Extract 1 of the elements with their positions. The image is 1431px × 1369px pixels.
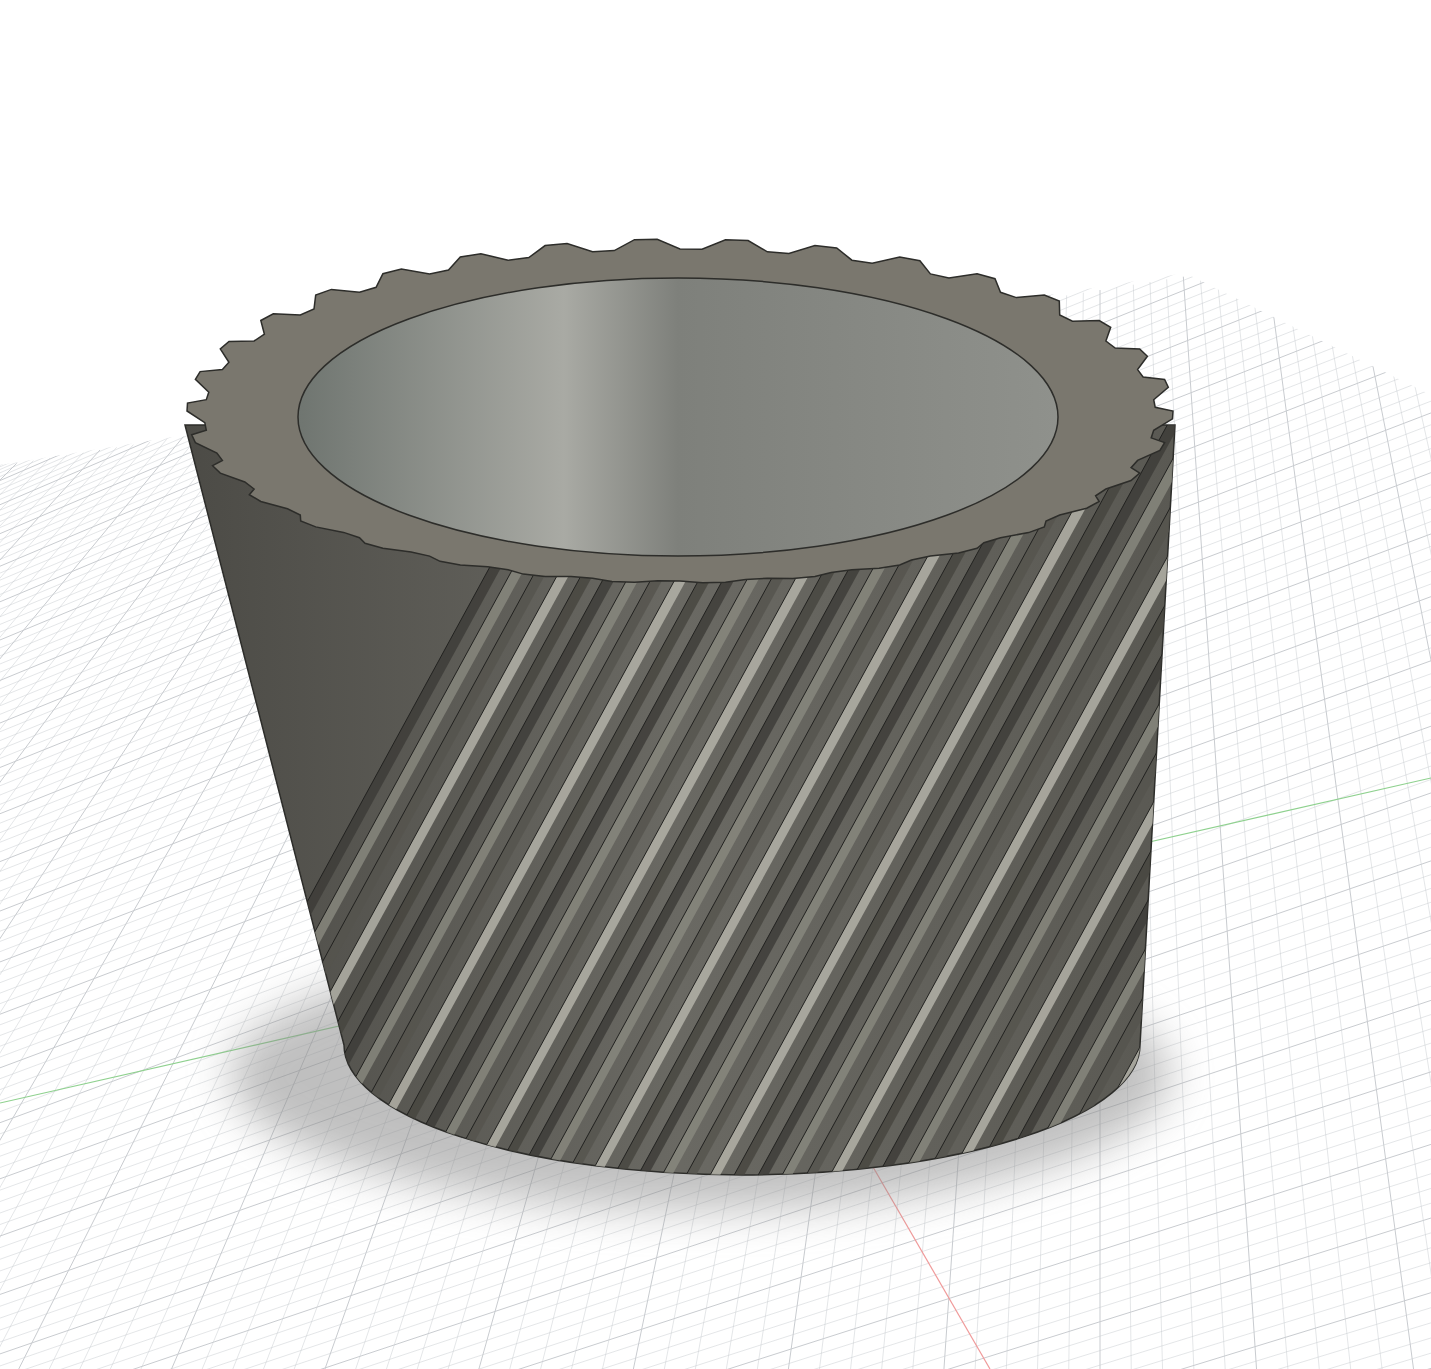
helical-cup-drawing[interactable] [184,238,1176,1176]
